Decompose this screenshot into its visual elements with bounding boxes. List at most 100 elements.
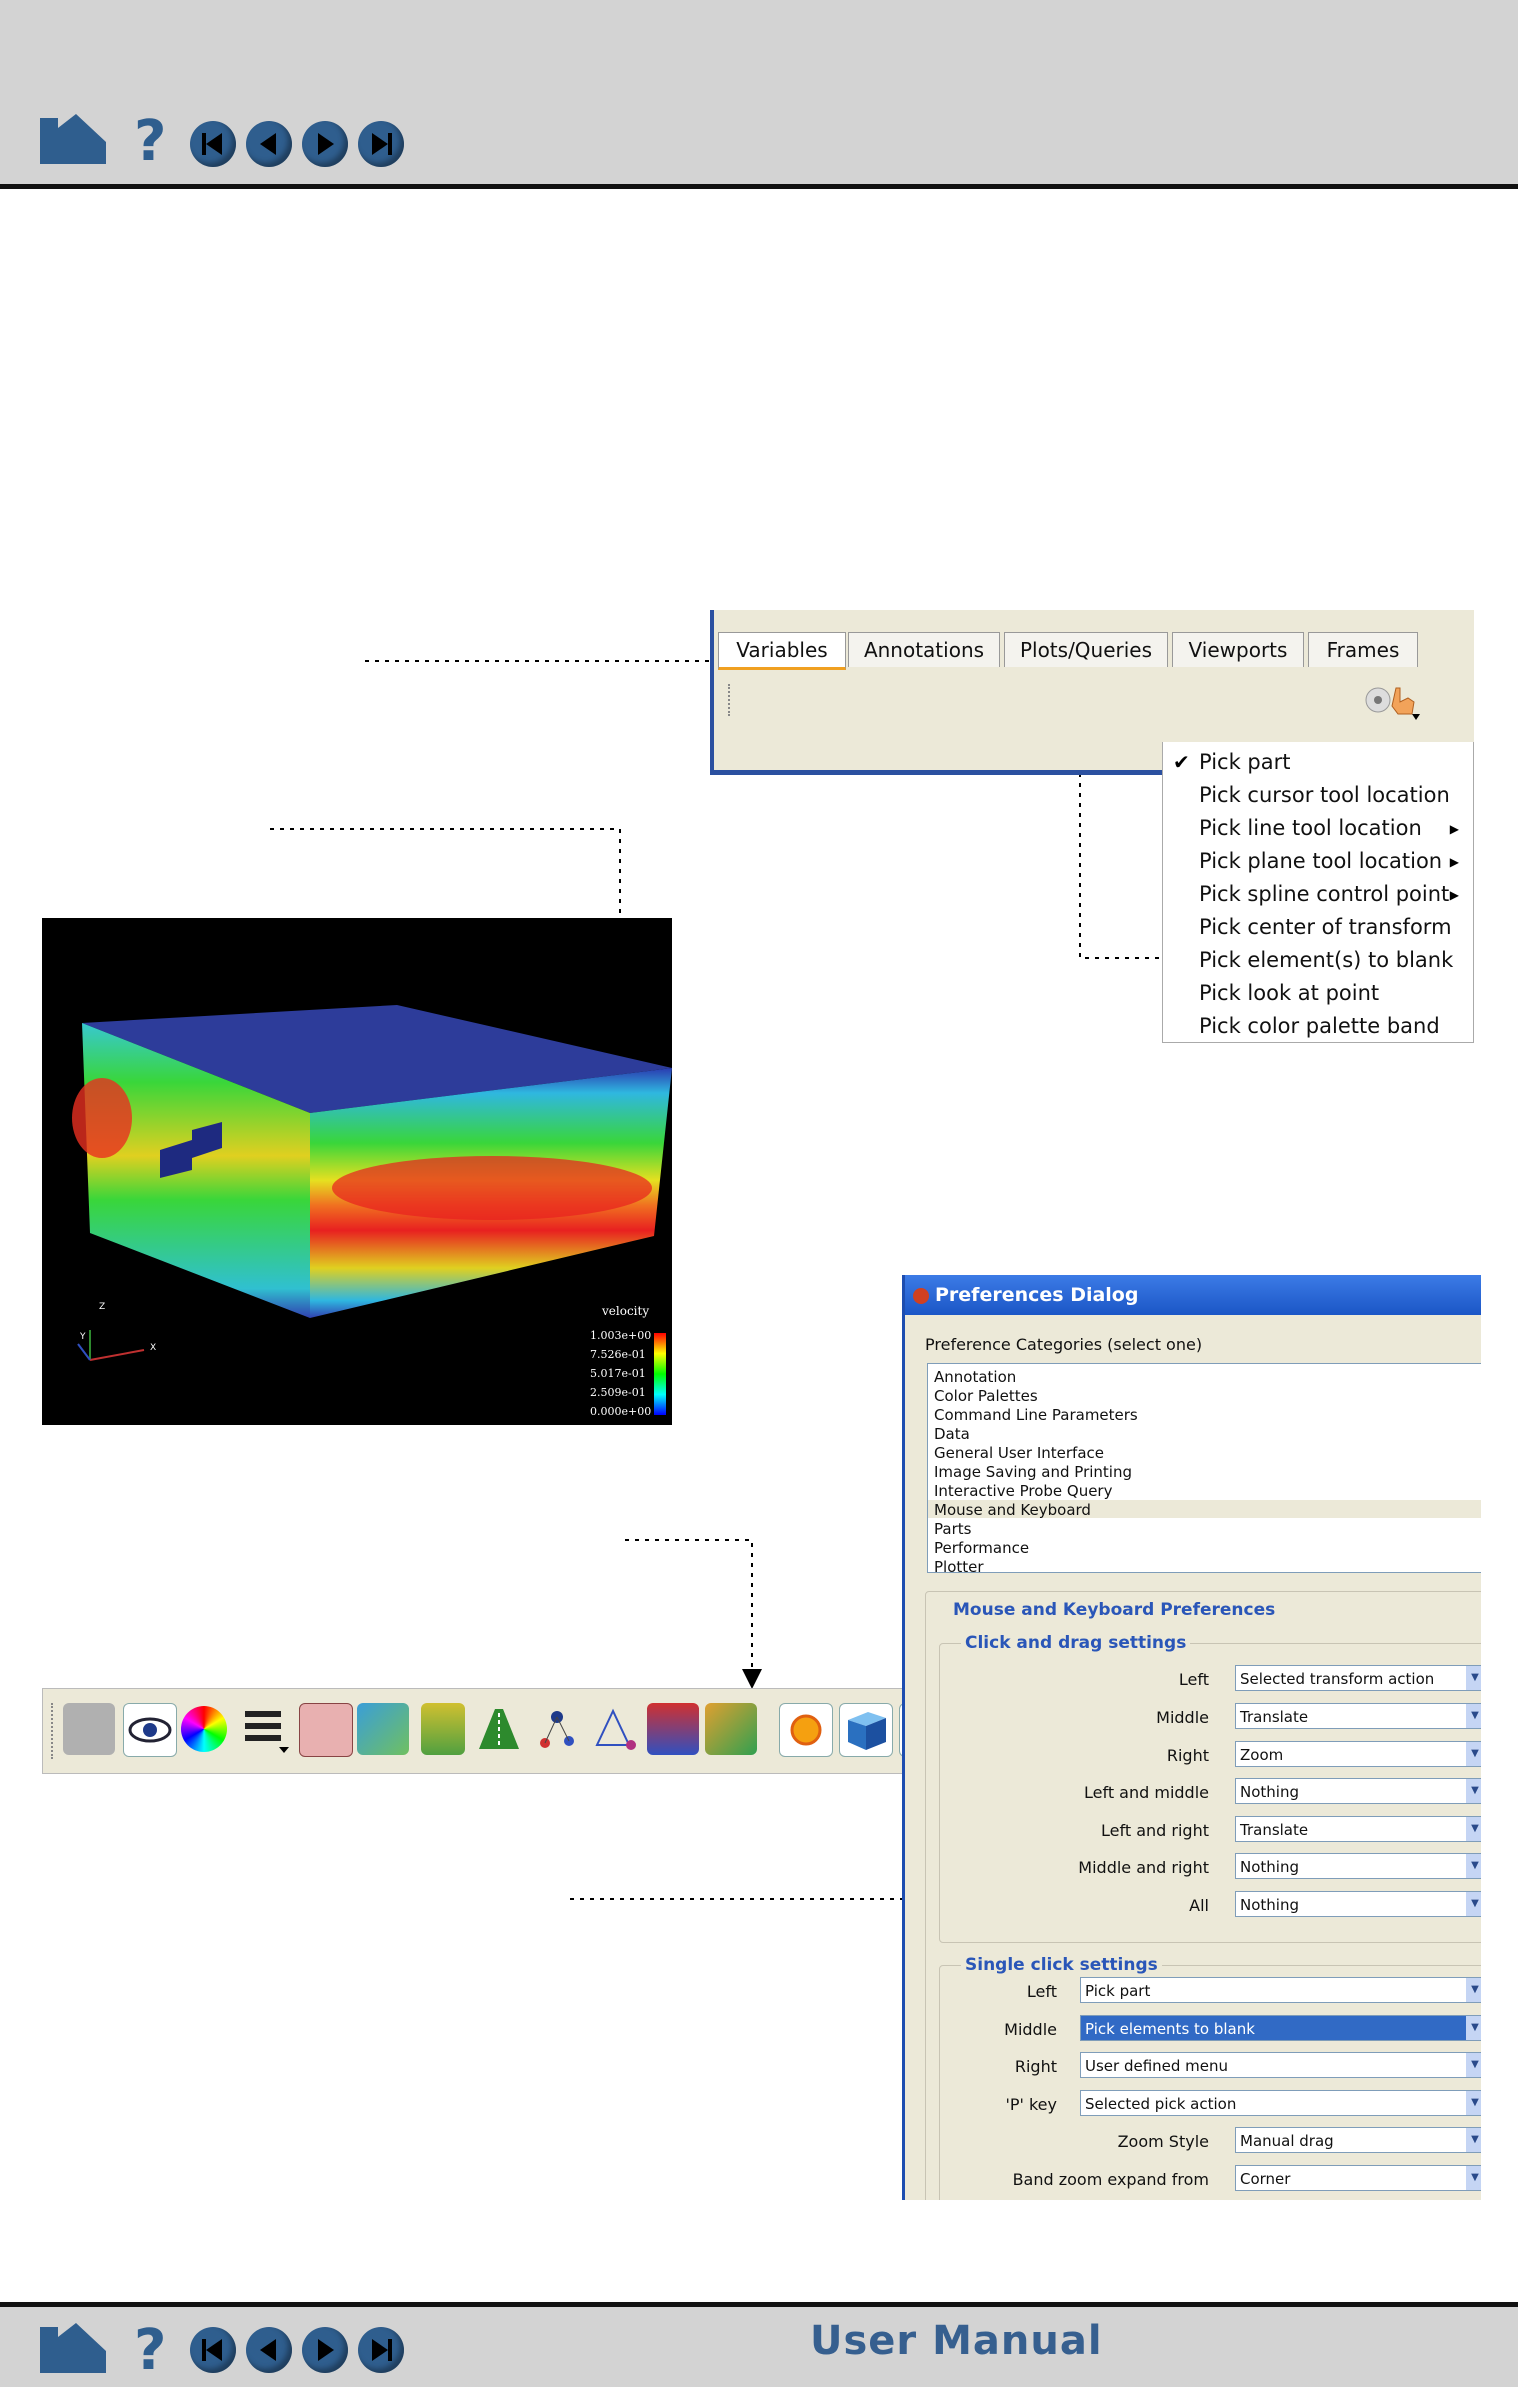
menu-item-pick-palette-band[interactable]: Pick color palette band (1199, 1014, 1440, 1038)
drag-right-select[interactable]: Zoom ▼ (1235, 1741, 1481, 1767)
list-item[interactable]: Interactive Probe Query (934, 1482, 1112, 1500)
drag-left-select[interactable]: Selected transform action ▼ (1235, 1665, 1481, 1691)
last-page-icon[interactable] (358, 2327, 404, 2373)
spring-icon[interactable] (421, 1703, 465, 1755)
drag-middle-label: Middle (1156, 1708, 1209, 1727)
cube-shade-icon[interactable] (839, 1703, 893, 1757)
list-item[interactable]: Command Line Parameters (934, 1406, 1138, 1424)
chevron-down-icon[interactable]: ▼ (1466, 1779, 1481, 1803)
select-value: Pick elements to blank (1085, 2020, 1255, 2038)
select-value: Nothing (1240, 1858, 1299, 1876)
click-right-label: Right (1014, 2057, 1057, 2076)
band-zoom-select[interactable]: Corner ▼ (1235, 2165, 1481, 2191)
list-item[interactable]: Parts (934, 1520, 971, 1538)
select-value: Corner (1240, 2170, 1291, 2188)
chevron-down-icon[interactable]: ▼ (1466, 2166, 1481, 2190)
chevron-down-icon[interactable]: ▼ (1466, 2128, 1481, 2152)
click-p-key-select[interactable]: Selected pick action ▼ (1080, 2090, 1481, 2116)
help-icon[interactable]: ? (130, 2318, 170, 2383)
chevron-down-icon[interactable]: ▼ (1466, 1742, 1481, 1766)
tab-variables[interactable]: Variables (718, 632, 846, 670)
submenu-arrow-icon: ▶ (1449, 822, 1459, 836)
tab-plots-queries[interactable]: Plots/Queries (1004, 632, 1168, 667)
drag-all-select[interactable]: Nothing ▼ (1235, 1891, 1481, 1917)
legend-value: 1.003e+00 (590, 1329, 652, 1342)
graph-nodes-icon[interactable] (531, 1703, 583, 1755)
click-middle-label: Middle (1004, 2020, 1057, 2039)
menu-item-pick-plane-tool[interactable]: Pick plane tool location (1199, 849, 1442, 873)
triangle-pick-icon[interactable] (589, 1703, 641, 1755)
zoom-style-select[interactable]: Manual drag ▼ (1235, 2127, 1481, 2153)
list-item-selected[interactable]: Mouse and Keyboard (934, 1501, 1091, 1519)
menu-item-pick-spline-point[interactable]: Pick spline control point (1199, 882, 1449, 906)
select-value: Translate (1240, 1708, 1309, 1726)
clip-plane-icon[interactable] (705, 1703, 757, 1755)
graphics-viewport[interactable]: Z Y X velocity 1.003e+00 7.526e-01 5.017… (42, 918, 672, 1425)
drag-left-right-select[interactable]: Translate ▼ (1235, 1816, 1481, 1842)
drag-middle-select[interactable]: Translate ▼ (1235, 1703, 1481, 1729)
menu-item-pick-line-tool[interactable]: Pick line tool location (1199, 816, 1422, 840)
menu-item-pick-center-transform[interactable]: Pick center of transform (1199, 915, 1452, 939)
drag-left-label: Left (1178, 1670, 1209, 1689)
line-style-icon[interactable] (239, 1703, 291, 1755)
select-value: User defined menu (1085, 2057, 1229, 2075)
previous-page-icon[interactable] (246, 2327, 292, 2373)
app-logo-icon (913, 1287, 929, 1304)
chevron-down-icon[interactable]: ▼ (1466, 1978, 1481, 2002)
chevron-down-icon[interactable]: ▼ (1466, 1817, 1481, 1841)
chevron-down-icon[interactable]: ▼ (1466, 2053, 1481, 2077)
list-item[interactable]: Color Palettes (934, 1387, 1038, 1405)
tab-viewports[interactable]: Viewports (1172, 632, 1304, 667)
parts-icon[interactable] (63, 1703, 115, 1755)
categories-list[interactable]: Annotation Color Palettes Command Line P… (927, 1363, 1481, 1576)
select-value: Nothing (1240, 1896, 1299, 1914)
menu-item-pick-look-at[interactable]: Pick look at point (1199, 981, 1379, 1005)
toolbar-grip[interactable] (51, 1703, 57, 1759)
list-item[interactable]: Annotation (934, 1368, 1016, 1386)
list-item[interactable]: Performance (934, 1539, 1029, 1557)
sun-light-icon[interactable] (779, 1703, 833, 1757)
chevron-down-icon[interactable]: ▼ (1466, 1892, 1481, 1916)
tab-frames[interactable]: Frames (1308, 632, 1418, 667)
visibility-eye-icon[interactable] (123, 1703, 177, 1757)
click-drag-title: Click and drag settings (961, 1633, 1191, 1653)
chevron-down-icon[interactable]: ▼ (1466, 1666, 1481, 1690)
particle-trace-icon[interactable] (647, 1703, 699, 1755)
drag-left-middle-select[interactable]: Nothing ▼ (1235, 1778, 1481, 1804)
click-right-select[interactable]: User defined menu ▼ (1080, 2052, 1481, 2078)
pick-mode-icon[interactable] (1364, 680, 1420, 720)
drag-left-right-label: Left and right (1101, 1821, 1209, 1840)
first-page-icon[interactable] (190, 2327, 236, 2373)
menu-item-pick-part[interactable]: Pick part (1199, 750, 1291, 774)
click-left-select[interactable]: Pick part ▼ (1080, 1977, 1481, 2003)
band-zoom-label: Band zoom expand from (1012, 2170, 1209, 2189)
color-wheel-icon[interactable] (181, 1706, 227, 1752)
drag-middle-right-select[interactable]: Nothing ▼ (1235, 1853, 1481, 1879)
home-icon[interactable] (38, 2321, 108, 2375)
menu-item-pick-elements-blank[interactable]: Pick element(s) to blank (1199, 948, 1453, 972)
drag-right-label: Right (1166, 1746, 1209, 1765)
menu-item-pick-cursor-tool[interactable]: Pick cursor tool location (1199, 783, 1450, 807)
chevron-down-icon[interactable]: ▼ (1466, 1704, 1481, 1728)
next-page-icon[interactable] (302, 2327, 348, 2373)
select-value: Translate (1240, 1821, 1309, 1839)
chevron-down-icon[interactable]: ▼ (1466, 2091, 1481, 2115)
list-item[interactable]: General User Interface (934, 1444, 1104, 1462)
list-item[interactable]: Plotter (934, 1558, 984, 1576)
click-middle-select[interactable]: Pick elements to blank ▼ (1080, 2015, 1481, 2041)
panel-grip[interactable] (728, 684, 734, 716)
dialog-titlebar[interactable]: Preferences Dialog (905, 1275, 1481, 1315)
road-icon[interactable] (473, 1703, 525, 1755)
legend-value: 7.526e-01 (590, 1348, 646, 1361)
select-value: Selected pick action (1085, 2095, 1237, 2113)
tab-annotations[interactable]: Annotations (848, 632, 1000, 667)
list-item[interactable]: Image Saving and Printing (934, 1463, 1132, 1481)
axis-label-x: X (150, 1343, 157, 1353)
select-value: Nothing (1240, 1783, 1299, 1801)
list-item[interactable]: Data (934, 1425, 970, 1443)
chevron-down-icon[interactable]: ▼ (1466, 2016, 1481, 2040)
chevron-down-icon[interactable]: ▼ (1466, 1854, 1481, 1878)
cube-grid-icon[interactable] (357, 1703, 409, 1755)
checkmark-icon: ✔ (1173, 750, 1190, 774)
viewport-eye-icon[interactable] (299, 1703, 353, 1757)
